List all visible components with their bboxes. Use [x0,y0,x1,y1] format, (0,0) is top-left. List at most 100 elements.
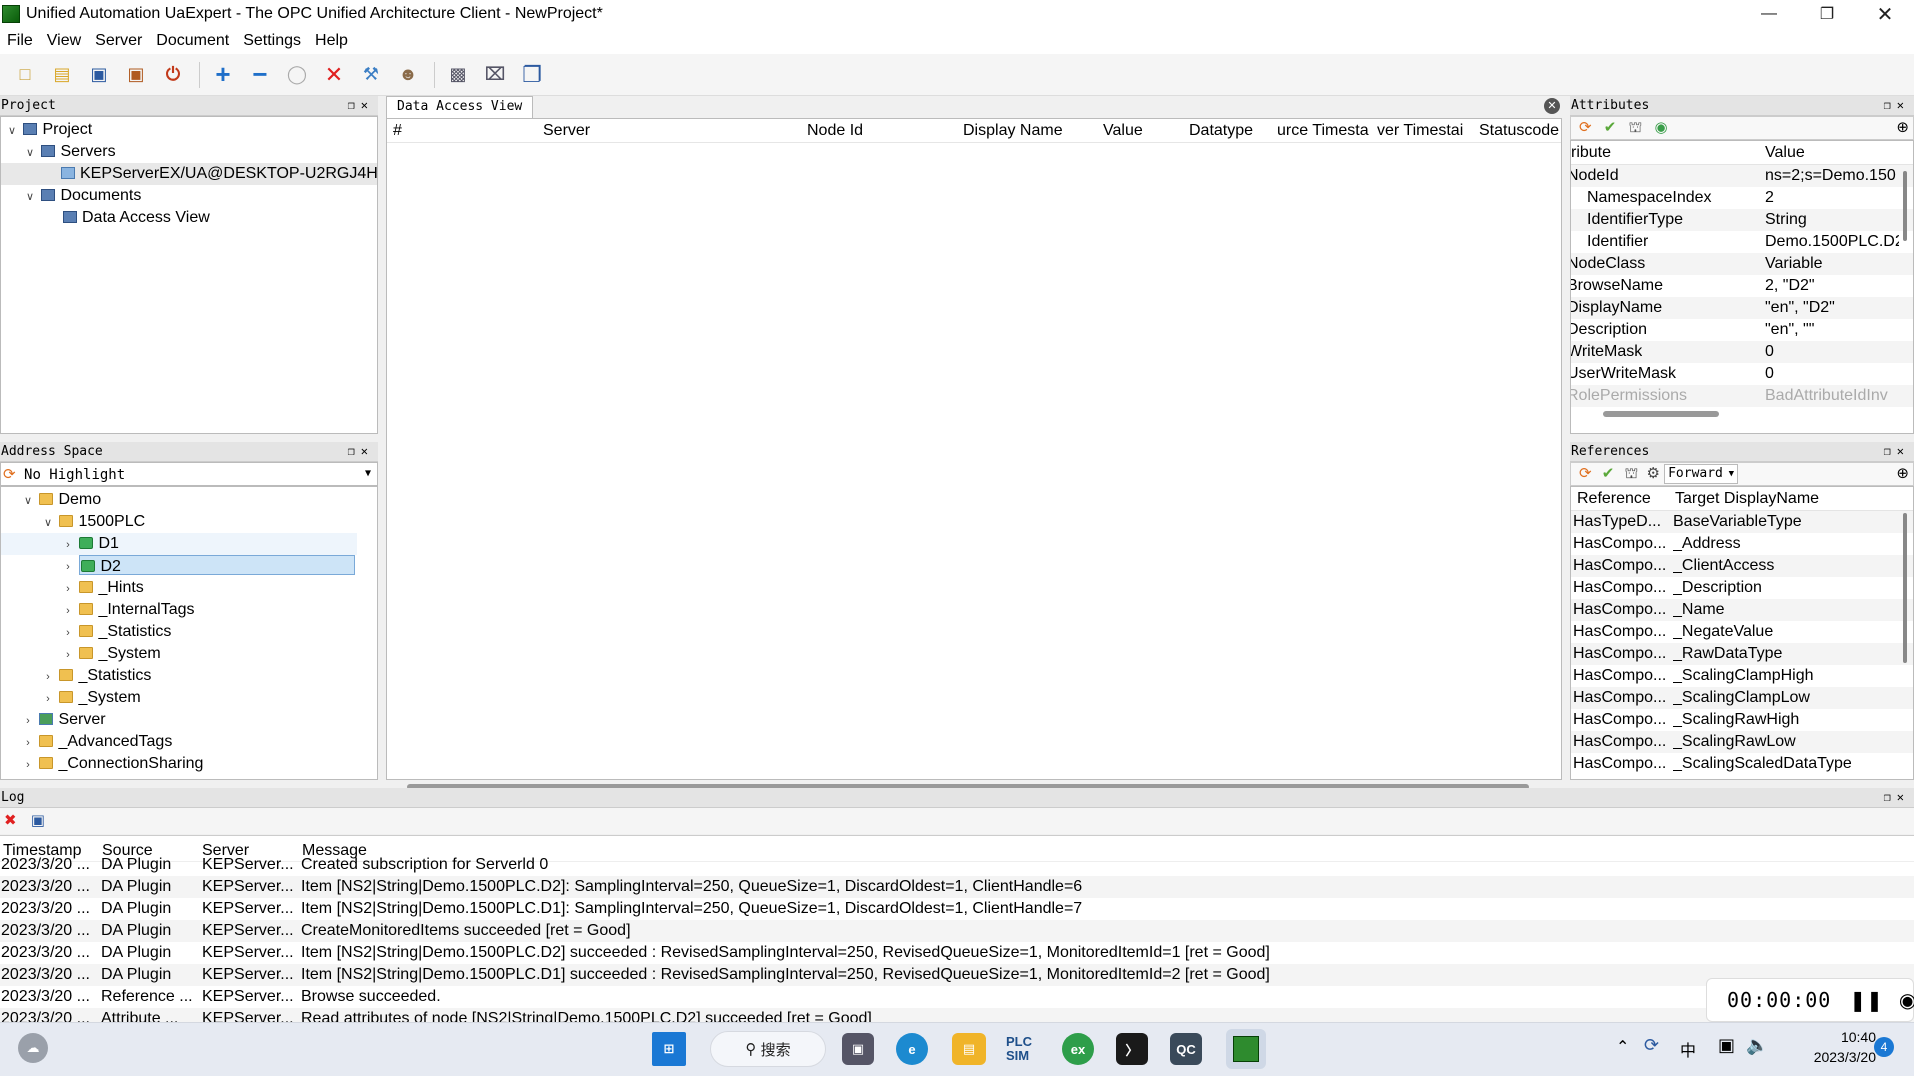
reference-row[interactable]: HasCompo... _Name [1571,599,1913,621]
clock-time[interactable]: 10:40 [1820,1029,1876,1045]
chevron-right-icon[interactable]: › [61,534,75,556]
chevron-down-icon[interactable]: ∨ [23,142,37,164]
col-value[interactable]: Value [1103,122,1143,140]
chevron-right-icon[interactable]: › [41,688,55,710]
sync-icon[interactable]: ⟳ [1644,1035,1659,1056]
tree-item-server[interactable]: › Server [1,709,377,731]
settings-icon[interactable]: ⚙ [1646,465,1659,482]
connect-icon[interactable]: ◯ [284,62,310,88]
chevron-right-icon[interactable]: › [41,666,55,688]
clear-log-icon[interactable]: ✖ [4,812,17,829]
attr-row-browsename[interactable]: BrowseName 2, "D2" [1571,275,1913,297]
vertical-scrollbar[interactable] [1903,513,1907,663]
user-icon[interactable]: ☻ [395,62,421,88]
vertical-scrollbar[interactable] [1903,171,1907,241]
col-reference[interactable]: Reference [1577,490,1651,508]
col-target-displayname[interactable]: Target DisplayName [1675,490,1819,508]
kepserver-icon[interactable]: ex [1062,1033,1094,1065]
tree-item-system[interactable]: › _System [1,687,377,709]
reference-row[interactable]: HasCompo... _ScalingClampHigh [1571,665,1913,687]
tree-item-advancedtags[interactable]: › _AdvancedTags [1,731,377,753]
edge-browser-icon[interactable]: e [896,1033,928,1065]
pause-icon[interactable]: ❚❚ [1849,988,1883,1013]
col-value[interactable]: Value [1765,144,1805,162]
attr-row-rolepermissions[interactable]: RolePermissions BadAttributeIdInv [1571,385,1913,407]
tree-item-d2[interactable]: › D2 [1,555,357,577]
log-row[interactable]: 2023/3/20 ... Reference ... KEPServer... Br… [0,986,1914,1008]
dropdown-arrow-icon[interactable]: ▼ [1729,465,1734,483]
tree-item-hints[interactable]: › _Hints [1,577,377,599]
dock-controls-icon[interactable]: ❐✕ [1884,444,1910,458]
chevron-down-icon[interactable]: ∨ [41,512,55,534]
close-tab-icon[interactable]: ✕ [1544,98,1560,114]
menu-file[interactable]: File [0,32,40,50]
chevron-right-icon[interactable]: › [61,622,75,644]
reference-row[interactable]: HasCompo... _ScalingClampLow [1571,687,1913,709]
reference-row[interactable]: HasCompo... _ScalingRawHigh [1571,709,1913,731]
tree-item-documents[interactable]: ∨ Documents [1,185,377,207]
menu-settings[interactable]: Settings [236,32,308,50]
uaexpert-taskbar-icon[interactable] [1226,1029,1266,1069]
col-server[interactable]: Server [543,122,590,140]
power-icon[interactable]: ⏻ [160,62,186,88]
file-explorer-icon[interactable]: ▤ [952,1033,986,1065]
menu-view[interactable]: View [40,32,88,50]
attr-row-writemask[interactable]: WriteMask 0 [1571,341,1913,363]
minimize-button[interactable]: — [1740,0,1798,28]
reference-row[interactable]: HasCompo... _Description [1571,577,1913,599]
add-server-icon[interactable]: + [210,59,236,89]
stop-record-icon[interactable]: ◉ [1899,988,1914,1013]
attr-row-userwritemask[interactable]: UserWriteMask 0 [1571,363,1913,385]
add-document-icon[interactable]: ▩ [445,62,471,88]
col-datatype[interactable]: Datatype [1189,122,1253,140]
reference-row[interactable]: HasCompo... _ScalingRawLow [1571,731,1913,753]
windows-start-icon[interactable]: ⊞ [652,1032,686,1066]
network-icon[interactable]: ▣ [1718,1035,1735,1056]
tree-item-1500plc[interactable]: ∨ 1500PLC [1,511,377,533]
refresh-icon[interactable]: ⟳ [1579,465,1592,482]
log-row[interactable]: 2023/3/20 ... DA Plugin KEPServer... Item [… [0,942,1914,964]
chevron-right-icon[interactable]: › [21,732,35,754]
disconnect-icon[interactable]: ✕ [321,62,347,88]
attr-row-nodeid[interactable]: NodeId ns=2;s=Demo.150 [1571,165,1913,187]
dock-controls-icon[interactable]: ❐✕ [1884,790,1910,804]
dock-controls-icon[interactable]: ❐✕ [348,444,374,458]
qq-app-icon[interactable]: QC [1170,1033,1202,1065]
clock-date[interactable]: 2023/3/20 [1796,1049,1876,1065]
notification-badge[interactable]: 4 [1874,1037,1894,1057]
tree-item-kepserver[interactable]: KEPServerEX/UA@DESKTOP-U2RGJ4H [1,163,378,185]
refresh-icon[interactable]: ⟳ [1579,119,1592,136]
dropdown-arrow-icon[interactable]: ▼ [365,463,371,485]
check-icon[interactable]: ✔ [1604,119,1617,136]
terminal-icon[interactable]: 〉 [1116,1033,1148,1065]
remove-document-icon[interactable]: ⌧ [482,62,508,88]
chevron-down-icon[interactable]: ∨ [23,186,37,208]
add-icon[interactable]: ⊕ [1896,117,1909,139]
attr-row-identifier[interactable]: Identifier Demo.1500PLC.D2 [1571,231,1913,253]
check-icon[interactable]: ✔ [1602,465,1615,482]
log-row[interactable]: 2023/3/20 ... DA Plugin KEPServer... Create… [0,854,1914,876]
log-row[interactable]: 2023/3/20 ... DA Plugin KEPServer... Item [… [0,898,1914,920]
window-icon[interactable]: ❐ [519,62,545,88]
col-source-timestamp[interactable]: urce Timesta [1277,122,1369,140]
chevron-down-icon[interactable]: ∨ [21,490,35,512]
settings-wrench-icon[interactable]: ⚒ [358,62,384,88]
col-attribute[interactable]: ribute [1571,144,1611,162]
log-row[interactable]: 2023/3/20 ... DA Plugin KEPServer... Create… [0,920,1914,942]
dock-controls-icon[interactable]: ❐✕ [348,98,374,112]
refresh-icon[interactable]: ⟳ [3,465,16,483]
reference-row[interactable]: HasCompo... _ScalingScaledDataType [1571,753,1913,775]
hierarchy-icon[interactable]: ⛫ [1625,465,1639,482]
reference-row[interactable]: HasCompo... _NegateValue [1571,621,1913,643]
col-server-timestamp[interactable]: ver Timestai [1377,122,1469,140]
menu-document[interactable]: Document [149,32,236,50]
add-icon[interactable]: ⊕ [1896,463,1909,485]
col-statuscode[interactable]: Statuscode [1479,122,1561,140]
new-project-icon[interactable]: □ [12,62,38,88]
tree-item-d1[interactable]: › D1 [1,533,357,555]
close-button[interactable]: ✕ [1856,0,1914,28]
task-view-icon[interactable]: ▣ [842,1033,874,1065]
remove-server-icon[interactable]: − [247,59,273,89]
log-row[interactable]: 2023/3/20 ... DA Plugin KEPServer... Item [… [0,964,1914,986]
restore-button[interactable]: ❐ [1798,0,1856,28]
